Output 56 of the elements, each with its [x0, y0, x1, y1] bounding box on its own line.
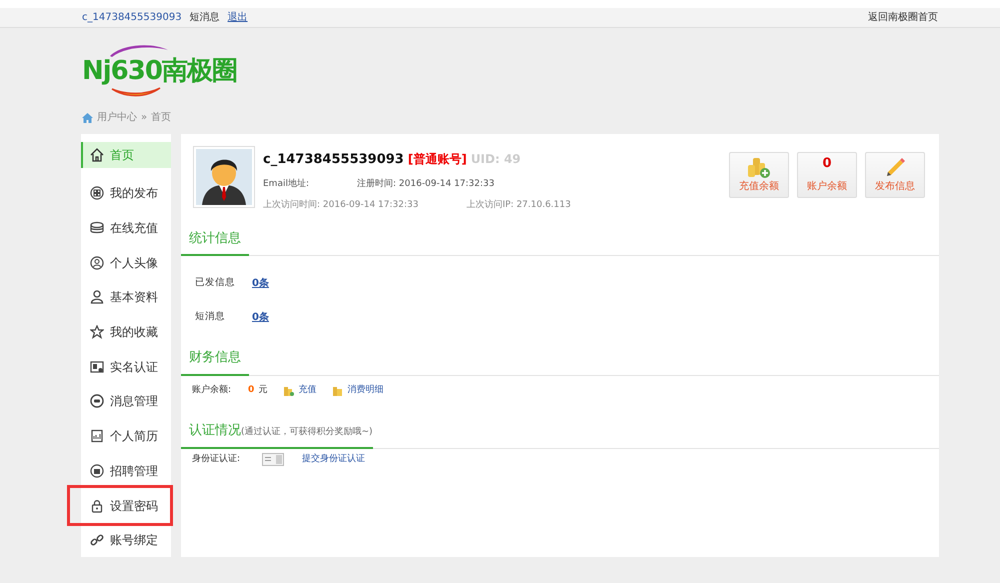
lock-icon [90, 498, 104, 513]
register-time: 注册时间: 2016-09-14 17:32:33 [357, 178, 494, 190]
email-label: Email地址: [263, 178, 310, 190]
last-visit-time: 上次访问时间: 2016-09-14 17:32:33 [263, 199, 418, 212]
chat-icon [90, 394, 104, 408]
chart-icon [90, 429, 104, 444]
user-avatar [193, 146, 255, 208]
balance-label: 账户余额: [192, 384, 232, 396]
logout-link[interactable]: 退出 [228, 10, 248, 25]
coins-icon [332, 384, 344, 396]
recharge-link[interactable]: 充值 [298, 384, 316, 397]
sidebar-item[interactable]: 我的收藏 [81, 314, 171, 350]
link-icon [90, 533, 104, 548]
grid-icon [90, 186, 104, 200]
id-card-icon [90, 360, 104, 374]
stat-count-link[interactable]: 0条 [252, 276, 269, 290]
home-icon [90, 148, 104, 162]
breadcrumb-separator: » [141, 111, 148, 125]
star-icon [90, 325, 104, 340]
messages-link[interactable]: 短消息 [190, 10, 220, 25]
username-text: c_14738455539093 [82, 11, 182, 25]
stat-label: 短消息 [195, 310, 226, 324]
section-title: 财务信息 [181, 348, 249, 376]
sidebar-item[interactable]: 基本资料 [81, 280, 171, 315]
stat-count-link[interactable]: 0条 [252, 310, 269, 324]
pencil-icon [884, 157, 906, 179]
sidebar-item[interactable]: 招聘管理 [81, 454, 171, 488]
stat-label: 已发信息 [195, 276, 236, 290]
account-type: [普通账号] [408, 151, 467, 168]
last-visit-ip: 上次访问IP: 27.10.6.113 [466, 199, 571, 212]
sidebar-item[interactable]: 个人头像 [81, 245, 171, 280]
sidebar-item[interactable]: 我的发布 [81, 176, 171, 211]
home-link[interactable]: 返回南极圈首页 [868, 10, 938, 25]
id-card-icon [262, 452, 286, 466]
sidebar-item[interactable]: 设置密码 [70, 488, 170, 523]
user-name: c_14738455539093 [263, 151, 404, 169]
balance-unit: 元 [258, 384, 268, 396]
sidebar-item[interactable]: 实名认证 [81, 349, 171, 384]
avatar-icon [90, 256, 104, 270]
coins-plus-icon [747, 157, 771, 179]
id-card-label: 身份证认证: [192, 452, 242, 466]
sidebar-item[interactable]: 消息管理 [81, 384, 171, 419]
section-title: 认证情况 [189, 423, 241, 438]
coin-stack-icon [90, 221, 104, 236]
coins-icon [283, 384, 294, 396]
sidebar-item[interactable]: 在线充值 [81, 210, 171, 246]
section-title: 统计信息 [181, 228, 249, 256]
user-icon [90, 290, 104, 304]
balance-amount: 0 [248, 384, 254, 396]
section-note: (通过认证，可获得积分奖励哦~) [241, 427, 373, 437]
submit-id-link[interactable]: 提交身份证认证 [302, 452, 365, 466]
sidebar-item[interactable]: 个人简历 [81, 418, 171, 454]
sidebar-item[interactable]: 账号绑定 [81, 522, 171, 558]
home-icon [82, 112, 93, 122]
spending-details-link[interactable]: 消费明细 [347, 384, 384, 397]
balance-button[interactable]: 0 账户余额 [797, 152, 857, 198]
